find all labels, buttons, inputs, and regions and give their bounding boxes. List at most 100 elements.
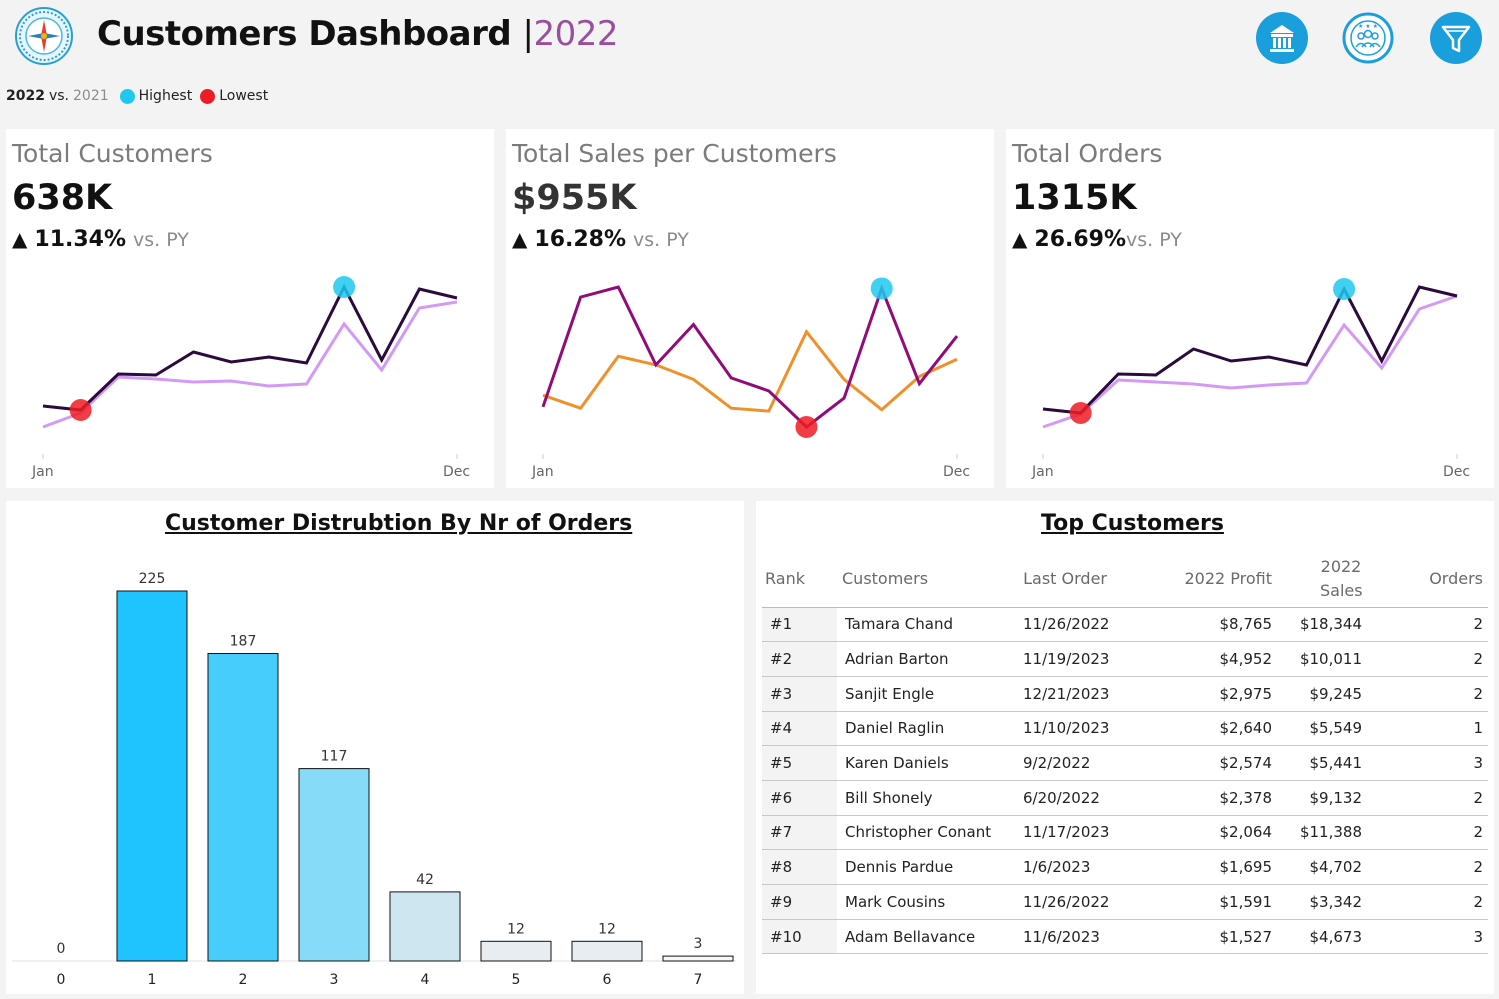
lowest-marker[interactable] bbox=[795, 416, 818, 438]
bar-value-label: 12 bbox=[598, 921, 616, 937]
cell-orders: 3 bbox=[1367, 745, 1488, 781]
kpi-card-total-orders[interactable]: Total Orders 1315K ▲ 26.69%vs. PY Jan De… bbox=[1006, 129, 1494, 488]
sparkline-end-label: Dec bbox=[443, 464, 471, 480]
highest-marker[interactable] bbox=[1333, 278, 1356, 300]
x-tick-label: 7 bbox=[694, 972, 703, 988]
bank-icon[interactable] bbox=[1256, 12, 1308, 64]
cell-last-order: 11/17/2023 bbox=[1007, 815, 1112, 851]
previous-year-line[interactable] bbox=[1042, 294, 1458, 429]
cell-rank: #4 bbox=[762, 711, 837, 747]
cell-customer: Daniel Raglin bbox=[837, 711, 1007, 747]
kpi-card-sales-per-customer[interactable]: Total Sales per Customers $955K ▲ 16.28%… bbox=[506, 129, 994, 488]
cell-customer: Adam Bellavance bbox=[837, 919, 1007, 955]
bar-value-label: 12 bbox=[507, 921, 525, 937]
kpi-delta: ▲ 26.69%vs. PY bbox=[1012, 227, 1182, 252]
cell-customer: Karen Daniels bbox=[837, 745, 1007, 781]
customers-group-icon[interactable]: ★ ★ ★ bbox=[1342, 12, 1394, 64]
cell-customer: Tamara Chand bbox=[837, 607, 1007, 643]
table-row[interactable]: #7 Christopher Conant 11/17/2023 $2,064 $11,… bbox=[762, 815, 1488, 851]
filter-icon[interactable] bbox=[1430, 12, 1482, 64]
bar-6[interactable] bbox=[571, 940, 643, 962]
comparison-legend: 2022 vs. 2021 Highest Lowest bbox=[6, 88, 268, 104]
kpi-vs-label: vs. PY bbox=[1126, 229, 1182, 251]
bar-5[interactable] bbox=[480, 940, 552, 962]
cell-sales: $3,342 bbox=[1277, 884, 1367, 920]
table-row[interactable]: #10 Adam Bellavance 11/6/2023 $1,527 $4,673 3 bbox=[762, 919, 1488, 955]
col-header-rank[interactable]: Rank bbox=[762, 551, 837, 608]
legend-lowest-label: Lowest bbox=[219, 88, 269, 104]
bar-3[interactable] bbox=[298, 768, 370, 962]
compass-logo-icon bbox=[14, 6, 74, 66]
title-separator: | bbox=[522, 14, 534, 54]
col-header-sales[interactable]: 2022 Sales bbox=[1277, 551, 1367, 608]
cell-profit: $2,378 bbox=[1112, 780, 1277, 816]
cell-sales: $9,132 bbox=[1277, 780, 1367, 816]
lowest-marker[interactable] bbox=[69, 399, 92, 421]
cell-last-order: 11/26/2022 bbox=[1007, 884, 1112, 920]
title-year: 2022 bbox=[533, 14, 619, 54]
cell-profit: $1,695 bbox=[1112, 849, 1277, 885]
kpi-value: 1315K bbox=[1012, 178, 1137, 218]
bar-value-label: 117 bbox=[321, 749, 348, 765]
sparkline-end-label: Dec bbox=[1443, 464, 1471, 480]
previous-year-line[interactable] bbox=[542, 328, 958, 413]
cell-rank: #9 bbox=[762, 884, 837, 920]
table-row[interactable]: #2 Adrian Barton 11/19/2023 $4,952 $10,011 2 bbox=[762, 641, 1488, 677]
table-row[interactable]: #8 Dennis Pardue 1/6/2023 $1,695 $4,702 2 bbox=[762, 849, 1488, 885]
cell-orders: 2 bbox=[1367, 607, 1488, 643]
sparkline-start-label: Jan bbox=[32, 464, 54, 480]
sparkline-end-label: Dec bbox=[943, 464, 971, 480]
cell-orders: 1 bbox=[1367, 711, 1488, 747]
col-header-customers[interactable]: Customers bbox=[837, 551, 1007, 608]
kpi-title: Total Orders bbox=[1012, 139, 1163, 168]
distribution-panel: Customer Distrubtion By Nr of Orders 002… bbox=[6, 501, 744, 994]
col-header-orders[interactable]: Orders bbox=[1367, 551, 1488, 608]
distribution-bar-chart[interactable]: 0 0 225 1 187 2 117 3 42 4 12 5 12 6 3 7 bbox=[6, 501, 744, 994]
bar-4[interactable] bbox=[389, 891, 461, 962]
sparkline-start-label: Jan bbox=[1032, 464, 1054, 480]
current-year-line[interactable] bbox=[541, 284, 959, 429]
kpi-value: $955K bbox=[512, 178, 637, 218]
x-tick-label: 1 bbox=[148, 972, 157, 988]
cell-sales: $4,702 bbox=[1277, 849, 1367, 885]
cell-rank: #5 bbox=[762, 745, 837, 781]
bar-value-label: 187 bbox=[230, 633, 257, 649]
highest-marker[interactable] bbox=[870, 277, 893, 300]
highest-marker[interactable] bbox=[333, 276, 356, 298]
table-row[interactable]: #4 Daniel Raglin 11/10/2023 $2,640 $5,549 1 bbox=[762, 711, 1488, 747]
bar-7[interactable] bbox=[662, 955, 734, 962]
cell-customer: Sanjit Engle bbox=[837, 676, 1007, 712]
legend-vs: vs. bbox=[48, 88, 69, 104]
sparkline-start-label: Jan bbox=[532, 464, 554, 480]
cell-last-order: 11/19/2023 bbox=[1007, 641, 1112, 677]
table-row[interactable]: #3 Sanjit Engle 12/21/2023 $2,975 $9,245 2 bbox=[762, 676, 1488, 712]
highest-dot-icon bbox=[119, 88, 135, 104]
kpi-delta: ▲ 16.28% vs. PY bbox=[512, 227, 689, 252]
kpi-vs-label: vs. PY bbox=[133, 229, 189, 251]
cell-customer: Bill Shonely bbox=[837, 780, 1007, 816]
x-tick-label: 3 bbox=[330, 972, 339, 988]
sparkline-chart[interactable] bbox=[1006, 259, 1494, 459]
cell-profit: $2,064 bbox=[1112, 815, 1277, 851]
table-row[interactable]: #5 Karen Daniels 9/2/2022 $2,574 $5,441 3 bbox=[762, 745, 1488, 781]
kpi-card-total-customers[interactable]: Total Customers 638K ▲ 11.34% vs. PY Jan… bbox=[6, 129, 494, 488]
previous-year-line[interactable] bbox=[42, 300, 458, 429]
table-row[interactable]: #9 Mark Cousins 11/26/2022 $1,591 $3,342 2 bbox=[762, 884, 1488, 920]
legend-current-year: 2022 bbox=[6, 88, 45, 104]
cell-sales: $18,344 bbox=[1277, 607, 1367, 643]
col-header-last-order[interactable]: Last Order bbox=[1007, 551, 1112, 608]
cell-customer: Adrian Barton bbox=[837, 641, 1007, 677]
kpi-delta: ▲ 11.34% vs. PY bbox=[12, 227, 189, 252]
bar-2[interactable] bbox=[207, 653, 279, 962]
sparkline-chart[interactable] bbox=[506, 259, 994, 459]
lowest-marker[interactable] bbox=[1069, 402, 1092, 424]
sparkline-chart[interactable] bbox=[6, 259, 494, 459]
lowest-dot-icon bbox=[200, 88, 216, 104]
bar-1[interactable] bbox=[116, 590, 188, 962]
cell-sales: $5,441 bbox=[1277, 745, 1367, 781]
table-row[interactable]: #6 Bill Shonely 6/20/2022 $2,378 $9,132 2 bbox=[762, 780, 1488, 816]
col-header-profit[interactable]: 2022 Profit bbox=[1112, 551, 1277, 608]
bar-value-label: 0 bbox=[57, 941, 66, 957]
table-row[interactable]: #1 Tamara Chand 11/26/2022 $8,765 $18,344 2 bbox=[762, 607, 1488, 643]
cell-rank: #2 bbox=[762, 641, 837, 677]
